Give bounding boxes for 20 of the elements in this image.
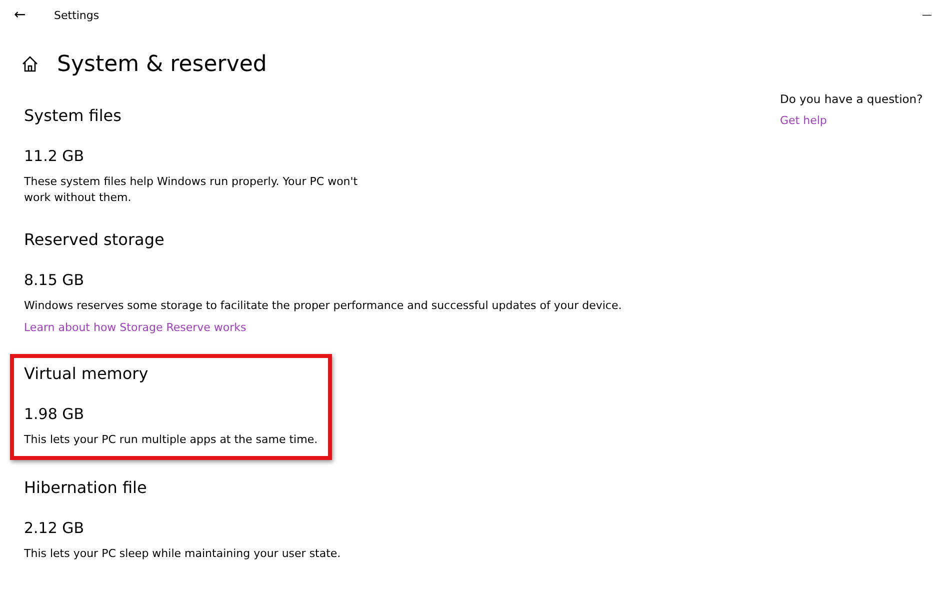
page-title: System & reserved — [57, 52, 267, 76]
section-heading: Virtual memory — [24, 364, 150, 383]
section-description: Windows reserves some storage to facilitate the proper performance and successful updates of your device. — [24, 298, 622, 314]
size-value: 2.12 GB — [24, 519, 86, 537]
get-help-link[interactable]: Get help — [780, 114, 923, 127]
size-value: 8.15 GB — [24, 271, 86, 289]
back-button[interactable]: ← — [14, 7, 54, 23]
section-description: This lets your PC run multiple apps at the same time. — [24, 432, 318, 448]
section-heading: System files — [24, 106, 122, 125]
section-description: These system files help Windows run properly. Your PC won't work without them. — [24, 174, 359, 206]
section-description: This lets your PC sleep while maintaining your user state. — [24, 546, 341, 562]
section-heading: Reserved storage — [24, 230, 166, 249]
minimize-button[interactable]: — — [922, 10, 932, 20]
help-question: Do you have a question? — [780, 92, 923, 106]
learn-more-link[interactable]: Learn about how Storage Reserve works — [24, 321, 622, 334]
size-value: 1.98 GB — [24, 405, 86, 423]
home-icon[interactable] — [21, 55, 39, 73]
window-title: Settings — [54, 8, 100, 22]
section-heading: Hibernation file — [24, 478, 148, 497]
size-value: 11.2 GB — [24, 147, 86, 165]
